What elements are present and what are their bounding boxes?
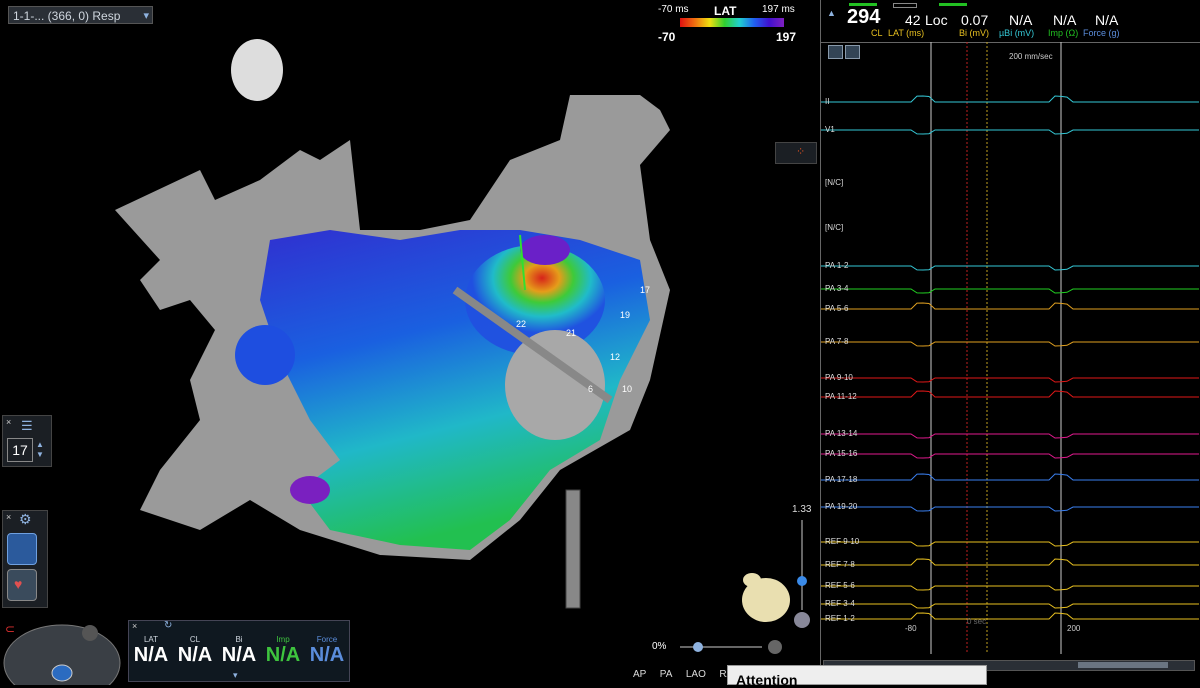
channel-label: PA 15-16	[825, 449, 858, 458]
marker-right: 200	[1067, 624, 1081, 633]
stat-label: LAT	[143, 635, 159, 644]
stat-label: Imp	[276, 635, 290, 644]
channel-labels: II V1 [N/C] [N/C] PA 1-2 PA 3-4 PA 5-6 PA 7-8 PA…	[821, 0, 881, 640]
refresh-icon[interactable]: ↻	[164, 620, 172, 631]
tag-mode-button[interactable]: ♥	[7, 569, 37, 601]
electrode-label-21: 21	[566, 328, 576, 338]
catheter-stats-panel: × ↻ LAT N/A CL N/A Bi N/A Imp N/A Force …	[128, 620, 350, 682]
scrollbar-thumb[interactable]	[1078, 662, 1168, 668]
map-tools-button[interactable]: ⁘	[775, 142, 817, 164]
electrode-label-22: 22	[516, 319, 526, 329]
status-bar	[893, 3, 917, 8]
close-icon[interactable]: ×	[6, 512, 11, 522]
zoom-value: 1.33	[792, 504, 812, 515]
channel-label: PA 5-6	[825, 304, 849, 313]
stat-label: CL	[189, 635, 201, 644]
chevron-down-icon[interactable]: ▼	[36, 450, 44, 459]
view-lao-button[interactable]: LAO	[686, 669, 706, 680]
stat-force: Force N/A	[305, 635, 349, 667]
bi-value: 0.07	[961, 12, 989, 28]
marker-left: -80	[905, 624, 917, 633]
menu-icon[interactable]: ☰	[21, 418, 33, 434]
channel-label: REF 7-8	[825, 560, 855, 569]
channel-label: REF 3-4	[825, 599, 855, 608]
zoom-reset-button[interactable]	[794, 612, 810, 628]
close-icon[interactable]: ×	[132, 621, 137, 631]
display-tool-panel: × ⚙ ♥	[2, 510, 48, 608]
channel-label: PA 11-12	[825, 392, 857, 401]
stat-cl: CL N/A	[173, 635, 217, 667]
attention-title: Attention	[736, 672, 798, 688]
navigation-wheel[interactable]	[0, 618, 125, 685]
stat-label: Force	[316, 635, 338, 644]
close-icon[interactable]: ×	[6, 417, 11, 427]
electrode-label-6: 6	[588, 384, 593, 394]
heart-icon: ♥	[14, 576, 23, 592]
stat-bi: Bi N/A	[217, 635, 261, 667]
settings-icon[interactable]	[768, 640, 782, 654]
anatomy-map[interactable]: 22 21 17 19 12 10 6	[0, 0, 820, 685]
status-bar	[939, 3, 967, 6]
stat-value: N/A	[265, 644, 301, 666]
attention-dialog: Attention	[727, 665, 987, 688]
zoom-slider[interactable]	[801, 520, 803, 610]
ecg-panel: ▲ 294 CL 42 Loc LAT (ms) 0.07 Bi (mV) N/…	[820, 0, 1200, 685]
chevron-down-icon[interactable]: ▾	[233, 670, 238, 681]
stat-imp: Imp N/A	[261, 635, 305, 667]
channel-label: REF 1-2	[825, 614, 855, 623]
zoom-slider-handle[interactable]	[797, 576, 807, 586]
electrode-label-19: 19	[620, 310, 630, 320]
ubi-label: µBi (mV)	[999, 28, 1035, 38]
opacity-percent: 0%	[652, 641, 667, 652]
bi-label: Bi (mV)	[959, 28, 989, 38]
stat-value: N/A	[177, 644, 213, 666]
force-label: Force (g)	[1083, 28, 1120, 38]
points-icon: ⁘	[796, 146, 806, 158]
stat-label: Bi	[235, 635, 243, 644]
stat-value: N/A	[309, 644, 345, 666]
purple-top-patch	[520, 235, 570, 265]
loc-label: Loc	[925, 12, 948, 28]
stat-lat: LAT N/A	[129, 635, 173, 667]
catheter-shaft	[565, 489, 581, 609]
magnet-icon[interactable]: ⊂	[5, 622, 15, 636]
imp-value: N/A	[1053, 12, 1077, 28]
channel-label: [N/C]	[825, 178, 844, 187]
left-tool-panel: × ☰ 17 ▲ ▼	[2, 415, 52, 467]
stat-value: N/A	[221, 644, 257, 666]
channel-label: REF 9-10	[825, 537, 860, 546]
channel-label: [N/C]	[825, 223, 844, 232]
channel-label: PA 1-2	[825, 261, 849, 270]
channel-label: V1	[825, 125, 835, 134]
view-pa-button[interactable]: PA	[660, 669, 673, 680]
channel-label: PA 9-10	[825, 373, 853, 382]
force-value: N/A	[1095, 12, 1119, 28]
ubi-value: N/A	[1009, 12, 1033, 28]
channel-label: II	[825, 97, 830, 106]
lat-value: 42	[905, 12, 921, 28]
channel-label: PA 13-14	[825, 429, 858, 438]
marker-center: 0 sec	[967, 617, 987, 626]
stat-value: N/A	[133, 644, 169, 666]
view-ap-button[interactable]: AP	[633, 669, 646, 680]
electrode-label-12: 12	[610, 352, 620, 362]
chevron-up-icon[interactable]: ▲	[36, 440, 44, 449]
lat-label: LAT (ms)	[888, 28, 925, 38]
grey-ellipse	[231, 39, 283, 101]
electrode-label-17: 17	[640, 285, 650, 295]
channel-label: PA 3-4	[825, 284, 849, 293]
purple-patch	[290, 476, 330, 504]
count-field[interactable]: 17	[7, 438, 33, 462]
electrode-label-10: 10	[622, 384, 632, 394]
gear-icon[interactable]: ⚙	[19, 511, 32, 528]
blue-patch	[235, 325, 295, 385]
view-mode-button[interactable]	[7, 533, 37, 565]
orientation-heart-icon[interactable]	[742, 573, 790, 622]
channel-label: PA 7-8	[825, 337, 849, 346]
channel-label: REF 5-6	[825, 581, 855, 590]
channel-label: PA 17-18	[825, 475, 858, 484]
imp-label: Imp (Ω)	[1048, 28, 1079, 38]
channel-label: PA 19-20	[825, 502, 858, 511]
opacity-slider-handle[interactable]	[693, 642, 703, 652]
